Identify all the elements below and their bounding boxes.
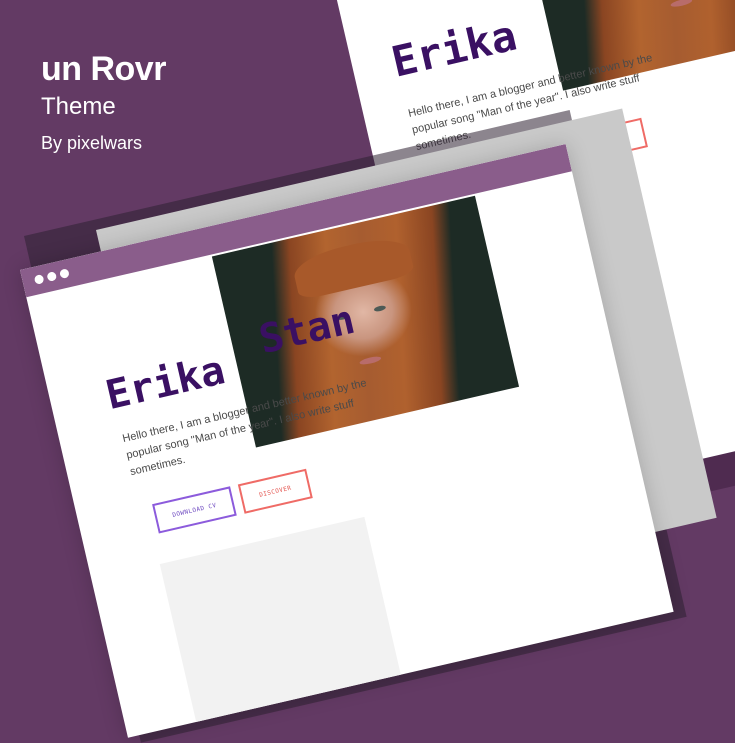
lips (669, 0, 693, 9)
download-cv-button[interactable]: DOWNLOAD CV (152, 486, 237, 534)
product-subtitle: Theme (41, 93, 116, 120)
profile-first-name: Erika (101, 347, 230, 420)
author-byline: By pixelwars (41, 133, 143, 153)
hair-bangs (289, 231, 416, 301)
profile-first-name: Erika (386, 10, 522, 87)
window-controls (33, 268, 70, 285)
eye-right (373, 304, 387, 313)
window-dot-icon[interactable] (33, 274, 45, 285)
content-placeholder (159, 516, 403, 730)
product-title: un Rovr (41, 50, 166, 88)
lips (358, 355, 382, 366)
window-dot-icon[interactable] (46, 271, 58, 282)
window-dot-icon[interactable] (59, 268, 70, 279)
discover-button[interactable]: DISCOVER (237, 468, 313, 514)
